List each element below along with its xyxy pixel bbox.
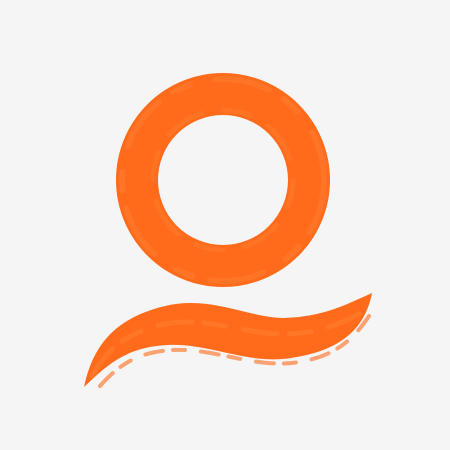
- logo-artwork: [84, 73, 372, 388]
- app-icon-canvas: [0, 0, 450, 450]
- brush-ring-wave-logo-icon: [84, 73, 372, 388]
- ring-stroke-icon: [116, 73, 330, 287]
- ring-brush-texture-inner-icon: [150, 107, 296, 253]
